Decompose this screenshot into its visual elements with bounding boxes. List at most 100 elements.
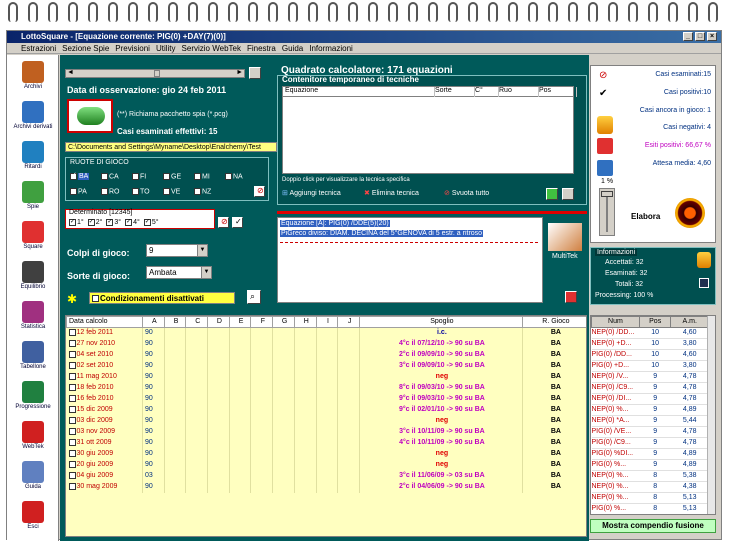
table-row[interactable]: 27 nov 2010 90 4°c il 07/12/10 -> 90 su BA… bbox=[66, 338, 586, 350]
ranking-row[interactable]: PIG(0) /DD... 10 4,60 bbox=[591, 349, 709, 361]
ranking-row[interactable]: NEP(0) /V... 9 4,78 bbox=[591, 371, 709, 383]
ranking-row[interactable]: PIG(0) %RI...85,38 bbox=[592, 515, 709, 516]
table-row[interactable]: 02 set 2010 90 3°c il 09/09/10 -> 90 su BA… bbox=[66, 360, 586, 372]
save-icon[interactable] bbox=[562, 188, 574, 200]
determinato-checkbox[interactable]: ✓ 4° bbox=[125, 219, 140, 226]
table-row[interactable]: 31 ott 2009 90 4°c il 10/11/09 -> 90 su BA… bbox=[66, 437, 586, 449]
ranking-row[interactable]: NEP(0) /DI... 9 4,78 bbox=[591, 393, 709, 405]
table-row[interactable]: 04 giu 2009 03 3°c il 11/06/09 -> 03 su BA… bbox=[66, 470, 586, 482]
sidebar-item[interactable]: Guida bbox=[9, 461, 57, 490]
table-row[interactable]: 15 dic 2009 90 9°c il 02/01/10 -> 90 su BA… bbox=[66, 404, 586, 416]
wheel-checkbox[interactable]: VE bbox=[163, 187, 194, 195]
grid-header-cell[interactable]: Data calcolo bbox=[66, 316, 143, 328]
sidebar-item[interactable]: Statistica bbox=[9, 301, 57, 330]
ranking-header-cell[interactable]: A.m. bbox=[670, 316, 709, 328]
table-row[interactable]: 11 mag 2010 90 neg BA bbox=[66, 371, 586, 383]
grid-header-cell[interactable]: I bbox=[315, 316, 339, 328]
grid-header-cell[interactable]: Spoglio bbox=[359, 316, 523, 328]
ranking-row[interactable]: NEP(0) /DD... 10 4,60 bbox=[591, 327, 709, 339]
condizionamenti-toggle[interactable]: Condizionamenti disattivati bbox=[89, 292, 235, 304]
minimize-button[interactable]: _ bbox=[683, 32, 693, 41]
sidebar-item[interactable]: WebTek bbox=[9, 421, 57, 450]
ranking-header-cell[interactable]: Pos bbox=[638, 316, 672, 328]
ranking-row[interactable]: PIG(0) +D... 10 3,80 bbox=[591, 360, 709, 372]
menu-item[interactable]: Guida bbox=[282, 44, 303, 53]
table-row[interactable]: 03 dic 2009 90 neg BA bbox=[66, 415, 586, 427]
sidebar-item[interactable]: Square bbox=[9, 221, 57, 250]
grid-header-cell[interactable]: B bbox=[163, 316, 187, 328]
table-row[interactable]: 16 feb 2010 90 9°c il 09/03/10 -> 90 su BA… bbox=[66, 393, 586, 405]
menu-item[interactable]: Estrazioni bbox=[21, 44, 56, 53]
determinato-checkbox[interactable]: ✓ 1° bbox=[69, 219, 84, 226]
show-fusion-button[interactable]: Mostra compendio fusione bbox=[590, 519, 716, 533]
ranking-header-cell[interactable]: Num bbox=[591, 316, 640, 328]
ranking-row[interactable]: NEP(0) %... 8 4,38 bbox=[591, 481, 709, 493]
table-row[interactable]: 04 set 2010 90 2°c il 09/09/10 -> 90 su BA… bbox=[66, 349, 586, 361]
ranking-row[interactable]: PIG(0) /VE... 9 4,78 bbox=[591, 426, 709, 438]
wheel-checkbox[interactable]: CA bbox=[101, 172, 132, 180]
ranking-row[interactable]: NEP(0) *A... 9 5,44 bbox=[591, 415, 709, 427]
spy-package-button[interactable] bbox=[67, 99, 113, 133]
table-row[interactable]: 30 mag 2009 90 2°c il 04/06/09 -> 90 su BA… bbox=[66, 481, 586, 493]
grid-header-cell[interactable]: F bbox=[250, 316, 274, 328]
ranking-row[interactable]: PIG(0) %... 8 5,13 bbox=[591, 503, 709, 514]
equation-box[interactable]: Equazione [A]: PIG(0) /DDE(5)(20) PiGrec… bbox=[277, 217, 543, 303]
table-row[interactable]: 30 giu 2009 90 neg BA bbox=[66, 448, 586, 460]
multitek-icon[interactable] bbox=[548, 223, 582, 251]
close-button[interactable]: × bbox=[707, 32, 717, 41]
determinato-checkbox[interactable]: ✓ 3° bbox=[106, 219, 121, 226]
confirm-determinato-checkbox[interactable]: ✓ bbox=[232, 217, 243, 228]
wheel-checkbox[interactable]: TO bbox=[132, 187, 163, 195]
grid-header-cell[interactable]: J bbox=[337, 316, 360, 328]
ranking-row[interactable]: NEP(0) %... 8 5,13 bbox=[591, 492, 709, 504]
wheel-checkbox[interactable]: MI bbox=[194, 172, 225, 180]
sidebar-item[interactable]: Tabellone bbox=[9, 341, 57, 370]
grid-header-cell[interactable]: R. Gioco bbox=[521, 316, 586, 328]
grid-header-cell[interactable]: C bbox=[185, 316, 209, 328]
grid-header-cell[interactable]: A bbox=[141, 316, 165, 328]
grid-header-cell[interactable]: G bbox=[272, 316, 295, 328]
techniques-list[interactable]: Equazione Sorte C° Ruo Pos bbox=[282, 86, 577, 174]
wheel-checkbox[interactable]: PA bbox=[70, 187, 101, 195]
table-row[interactable]: 03 nov 2009 90 3°c il 10/11/09 -> 90 su BA… bbox=[66, 426, 586, 438]
ranking-row[interactable]: PIG(0) %... 9 4,89 bbox=[591, 459, 709, 471]
ranking-row[interactable]: NEP(0) %... 8 5,38 bbox=[591, 470, 709, 482]
search-icon[interactable]: ⌕ bbox=[247, 290, 261, 304]
menu-item[interactable]: Servizio WebTek bbox=[182, 44, 241, 53]
menu-item[interactable]: Previsioni bbox=[115, 44, 150, 53]
maximize-button[interactable]: □ bbox=[695, 32, 705, 41]
sidebar-item[interactable]: Esci bbox=[9, 501, 57, 530]
empty-all-button[interactable]: Svuota tutto bbox=[452, 190, 489, 197]
grid-header-cell[interactable]: E bbox=[228, 316, 252, 328]
ranking-row[interactable]: NEP(0) %... 9 4,89 bbox=[591, 404, 709, 416]
table-row[interactable]: 20 giu 2009 90 neg BA bbox=[66, 459, 586, 471]
determinato-checkbox[interactable]: ✓ 2° bbox=[87, 219, 102, 226]
menu-item[interactable]: Finestra bbox=[247, 44, 276, 53]
elabora-button[interactable] bbox=[675, 198, 705, 228]
results-grid[interactable]: Data calcolo A B C D E F G H I J Spoglio R. Gioco 12 … bbox=[65, 315, 587, 537]
menu-item[interactable]: Utility bbox=[156, 44, 176, 53]
sidebar-item[interactable]: Progressione bbox=[9, 381, 57, 410]
delete-icon[interactable] bbox=[565, 291, 577, 303]
grid-header-cell[interactable]: D bbox=[207, 316, 230, 328]
export-icon[interactable] bbox=[546, 188, 558, 200]
wheel-checkbox[interactable]: NZ bbox=[194, 187, 225, 195]
sidebar-item[interactable]: Archivi derivati bbox=[9, 101, 57, 130]
path-field[interactable]: C:\Documents and Settings\Myname\Desktop… bbox=[65, 142, 277, 152]
sidebar-item[interactable]: Ritardi bbox=[9, 141, 57, 170]
wheel-checkbox[interactable]: FI bbox=[132, 172, 163, 180]
wheel-checkbox[interactable]: RO bbox=[101, 187, 132, 195]
save-icon[interactable] bbox=[699, 278, 709, 288]
remove-technique-button[interactable]: Elimina tecnica bbox=[372, 190, 419, 197]
percent-slider[interactable] bbox=[599, 188, 615, 236]
table-row[interactable]: 18 feb 2010 90 8°c il 09/03/10 -> 90 su BA… bbox=[66, 382, 586, 394]
add-technique-button[interactable]: Aggiungi tecnica bbox=[289, 190, 340, 197]
save-icon[interactable] bbox=[249, 67, 261, 79]
ranking-row[interactable]: PIG(0) /C9... 9 4,78 bbox=[591, 437, 709, 449]
date-scrollbar[interactable]: ◄ ► bbox=[65, 69, 245, 78]
wheel-checkbox[interactable]: NA bbox=[225, 172, 256, 180]
sidebar-item[interactable]: Archivi bbox=[9, 61, 57, 90]
ranking-list[interactable]: Num Pos A.m. NEP(0) /DD... 10 4,60 NEP(0) +D..… bbox=[590, 315, 716, 515]
sidebar-item[interactable]: Equilibrio bbox=[9, 261, 57, 290]
ranking-scrollbar[interactable] bbox=[707, 316, 715, 514]
